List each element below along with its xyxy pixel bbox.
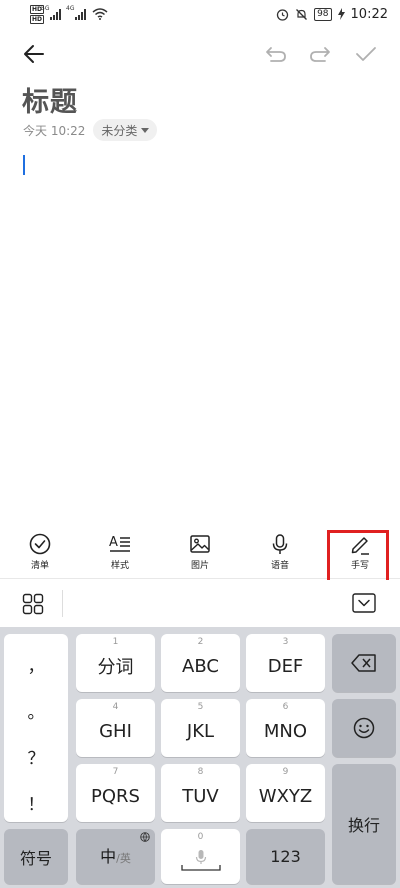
keyboard-toolbar [0,580,400,627]
punct-key[interactable]: 。 [4,698,68,723]
note-meta: 今天 10:22 未分类 [23,119,158,141]
space-key[interactable]: 0 [161,829,240,884]
key-5[interactable]: 5 JKL [161,699,240,757]
enter-key[interactable]: 换行 [332,764,396,884]
note-body[interactable] [0,148,400,523]
voice-tool[interactable]: 语音 [250,527,310,579]
checkmark-icon [356,47,376,61]
editor-toolbar [0,34,400,74]
category-dropdown[interactable]: 未分类 [93,119,158,141]
microphone-icon [272,534,288,554]
mic-icon [195,849,206,864]
image-tool[interactable]: 图片 [170,527,230,579]
backspace-key[interactable] [332,634,396,692]
hide-keyboard-button[interactable] [352,593,376,617]
tool-label: 清单 [30,561,49,571]
wifi-icon [92,8,108,20]
back-button[interactable] [20,40,48,68]
charging-icon [337,8,345,20]
key-3[interactable]: 3 DEF [246,634,325,692]
collapse-keyboard-icon [352,593,376,613]
undo-icon [266,47,286,62]
grid-icon [22,593,44,615]
punctuation-column: ， 。 ？ ！ [4,634,68,822]
numbers-key[interactable]: 123 [246,829,325,884]
punct-key[interactable]: ？ [4,744,68,769]
alarm-icon [276,8,289,21]
save-button[interactable] [352,40,380,68]
style-tool[interactable]: A 样式 [90,527,150,579]
battery-indicator: 98 [314,7,332,21]
key-6[interactable]: 6 MNO [246,699,325,757]
status-time: 10:22 [350,6,388,22]
tool-label: 语音 [270,561,289,571]
note-title[interactable]: 标题 [22,80,78,119]
tool-label: 图片 [190,561,209,571]
punct-key[interactable]: ！ [4,790,68,815]
signal-icon: 5G [41,5,62,20]
backspace-icon [351,654,376,672]
mute-icon [296,8,308,20]
symbols-key[interactable]: 符号 [4,829,68,884]
svg-text:A: A [109,535,118,550]
key-1[interactable]: 1 分词 [76,634,155,692]
undo-button[interactable] [262,40,290,68]
key-7[interactable]: 7 PQRS [76,764,155,822]
smiley-icon [353,717,375,739]
key-4[interactable]: 4 GHI [76,699,155,757]
punct-key[interactable]: ， [4,652,68,677]
signal-icon-2: 4G [66,5,87,20]
space-bar-icon [180,864,221,871]
key-9[interactable]: 9 WXYZ [246,764,325,822]
caret-down-icon [141,127,150,133]
image-icon [190,535,210,553]
key-8[interactable]: 8 TUV [161,764,240,822]
status-bar: HD HD 5G 4G 98 10:22 [0,0,400,28]
strip-divider [62,590,63,617]
emoji-key[interactable] [332,699,396,757]
category-label: 未分类 [101,123,138,138]
key-2[interactable]: 2 ABC [161,634,240,692]
text-style-icon: A [109,535,130,552]
globe-icon [140,832,150,842]
language-switch-key[interactable]: 中/英 [76,829,155,884]
checklist-tool[interactable]: 清单 [10,527,70,579]
redo-button[interactable] [306,40,334,68]
tool-label: 样式 [110,561,129,571]
redo-icon [310,47,330,62]
arrow-left-icon [24,45,44,63]
check-circle-icon [29,533,51,555]
keyboard-menu-button[interactable] [22,593,44,619]
t9-keyboard: ， 。 ？ ！ 1 分词 2 ABC 3 DEF 4 GHI 5 JKL 6 M… [0,627,400,888]
note-date: 今天 10:22 [23,123,86,138]
